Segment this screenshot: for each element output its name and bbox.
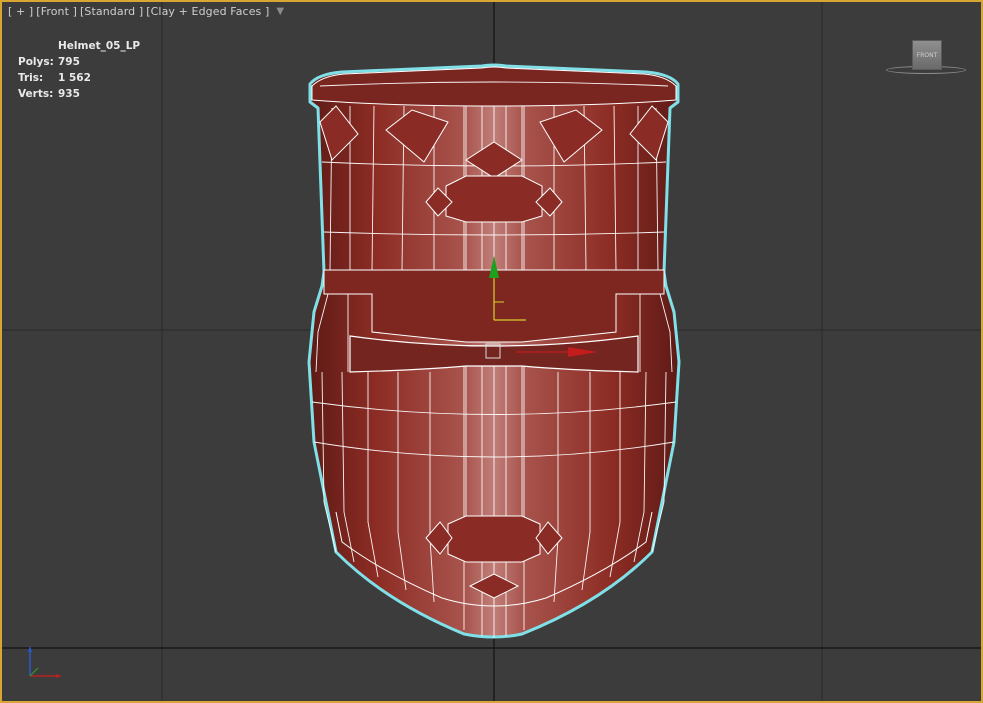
ornament-bar [447, 515, 541, 563]
scene-canvas[interactable] [2, 2, 983, 703]
stat-value: 1 562 [58, 72, 91, 84]
stat-row-tris: Tris: 1 562 [18, 70, 140, 86]
stat-value: 935 [58, 88, 80, 100]
axis-tripod-icon [28, 646, 62, 678]
stat-row-verts: Verts: 935 [18, 86, 140, 102]
ornament-bar [445, 175, 543, 223]
stat-label: Polys: [18, 56, 54, 68]
helmet-mesh [307, 63, 681, 639]
viewport-shading-mode-menu[interactable]: [Clay + Edged Faces ] [146, 5, 269, 18]
stat-label: Tris: [18, 72, 44, 84]
viewport-point-of-view-menu[interactable]: [Front ] [36, 5, 77, 18]
viewport-front[interactable]: [ + ] [Front ] [Standard ] [Clay + Edged… [0, 0, 983, 703]
viewport-label-menu[interactable]: [ + ] [Front ] [Standard ] [Clay + Edged… [8, 5, 284, 18]
helmet-top-rim [311, 66, 677, 107]
object-name: Helmet_05_LP [58, 40, 141, 52]
viewcube[interactable]: FRONT [886, 38, 968, 78]
statistics-overlay: Helmet_05_LP Polys: 795 Tris: 1 562 Vert… [18, 38, 140, 102]
viewport-shading-standard-menu[interactable]: [Standard ] [80, 5, 143, 18]
stat-row-polys: Polys: 795 [18, 54, 140, 70]
viewcube-front-face[interactable]: FRONT [912, 40, 942, 70]
stat-label: Verts: [18, 88, 54, 100]
viewport-general-menu[interactable]: [ + ] [8, 5, 33, 18]
funnel-icon[interactable]: ▼ [276, 6, 284, 17]
stat-value: 795 [58, 56, 80, 68]
